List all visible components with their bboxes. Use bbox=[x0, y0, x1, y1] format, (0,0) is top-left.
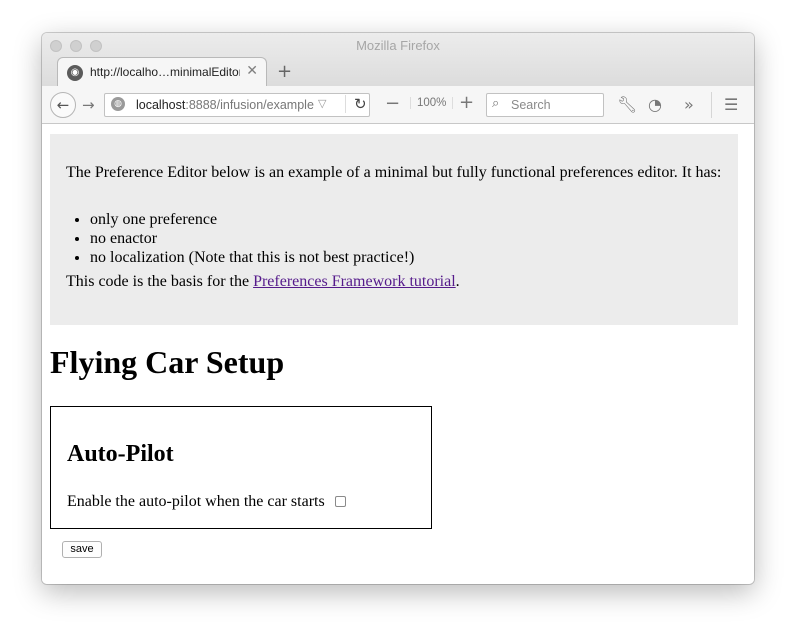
window-title: Mozilla Firefox bbox=[356, 38, 440, 53]
reload-icon[interactable]: ↻ bbox=[345, 95, 367, 113]
navigation-toolbar: ← → ◍ localhost:8888/infusion/example ▽ … bbox=[42, 86, 754, 124]
tab-close-icon[interactable]: ✕ bbox=[246, 63, 258, 79]
search-input[interactable] bbox=[511, 97, 599, 113]
list-item: no localization (Note that this is not b… bbox=[90, 248, 414, 267]
list-item: only one preference bbox=[90, 210, 414, 229]
search-bar[interactable]: ⌕ bbox=[486, 93, 604, 117]
overflow-chevron-icon[interactable]: » bbox=[684, 95, 694, 114]
intro-basis: This code is the basis for the Preferenc… bbox=[66, 273, 460, 290]
globe-icon: ◍ bbox=[111, 97, 125, 111]
url-dropdown-icon[interactable]: ▽ bbox=[318, 97, 326, 110]
favicon-icon: ◉ bbox=[67, 65, 83, 81]
url-bar[interactable]: ◍ localhost:8888/infusion/example ▽ ↻ bbox=[104, 93, 370, 117]
tab-title: http://localho…minimalEditor/ bbox=[90, 65, 240, 79]
auto-pilot-checkbox[interactable] bbox=[335, 496, 346, 507]
wrench-icon[interactable]: 🔧︎ bbox=[617, 95, 637, 114]
intro-panel: The Preference Editor below is an exampl… bbox=[50, 134, 738, 325]
page-content: The Preference Editor below is an exampl… bbox=[42, 124, 754, 584]
page-title: Flying Car Setup bbox=[50, 344, 285, 380]
toolbar-divider bbox=[711, 92, 712, 118]
history-icon[interactable]: ◔ bbox=[648, 95, 662, 114]
search-icon: ⌕ bbox=[492, 96, 500, 111]
intro-lead: The Preference Editor below is an exampl… bbox=[66, 164, 722, 181]
tab-active[interactable]: ◉ http://localho…minimalEditor/ ✕ bbox=[57, 57, 267, 87]
zoom-level[interactable]: 100% bbox=[410, 97, 454, 109]
list-item: no enactor bbox=[90, 229, 414, 248]
auto-pilot-label: Enable the auto-pilot when the car start… bbox=[67, 493, 325, 510]
feature-list: only one preference no enactor no locali… bbox=[90, 210, 414, 267]
panel-title: Auto-Pilot bbox=[67, 441, 174, 467]
browser-window: Mozilla Firefox ◉ http://localho…minimal… bbox=[42, 33, 754, 584]
url-text[interactable]: localhost:8888/infusion/example bbox=[136, 98, 316, 112]
new-tab-button[interactable]: + bbox=[277, 61, 292, 82]
save-button[interactable]: save bbox=[62, 541, 102, 558]
title-bar: Mozilla Firefox ◉ http://localho…minimal… bbox=[42, 33, 754, 87]
menu-icon[interactable]: ☰ bbox=[724, 95, 738, 114]
tutorial-link[interactable]: Preferences Framework tutorial bbox=[253, 273, 456, 290]
zoom-out-button[interactable]: − bbox=[385, 93, 400, 114]
zoom-in-button[interactable]: + bbox=[459, 92, 474, 113]
forward-button[interactable]: → bbox=[82, 96, 95, 114]
back-button[interactable]: ← bbox=[50, 92, 76, 118]
auto-pilot-panel: Auto-Pilot Enable the auto-pilot when th… bbox=[50, 406, 432, 529]
